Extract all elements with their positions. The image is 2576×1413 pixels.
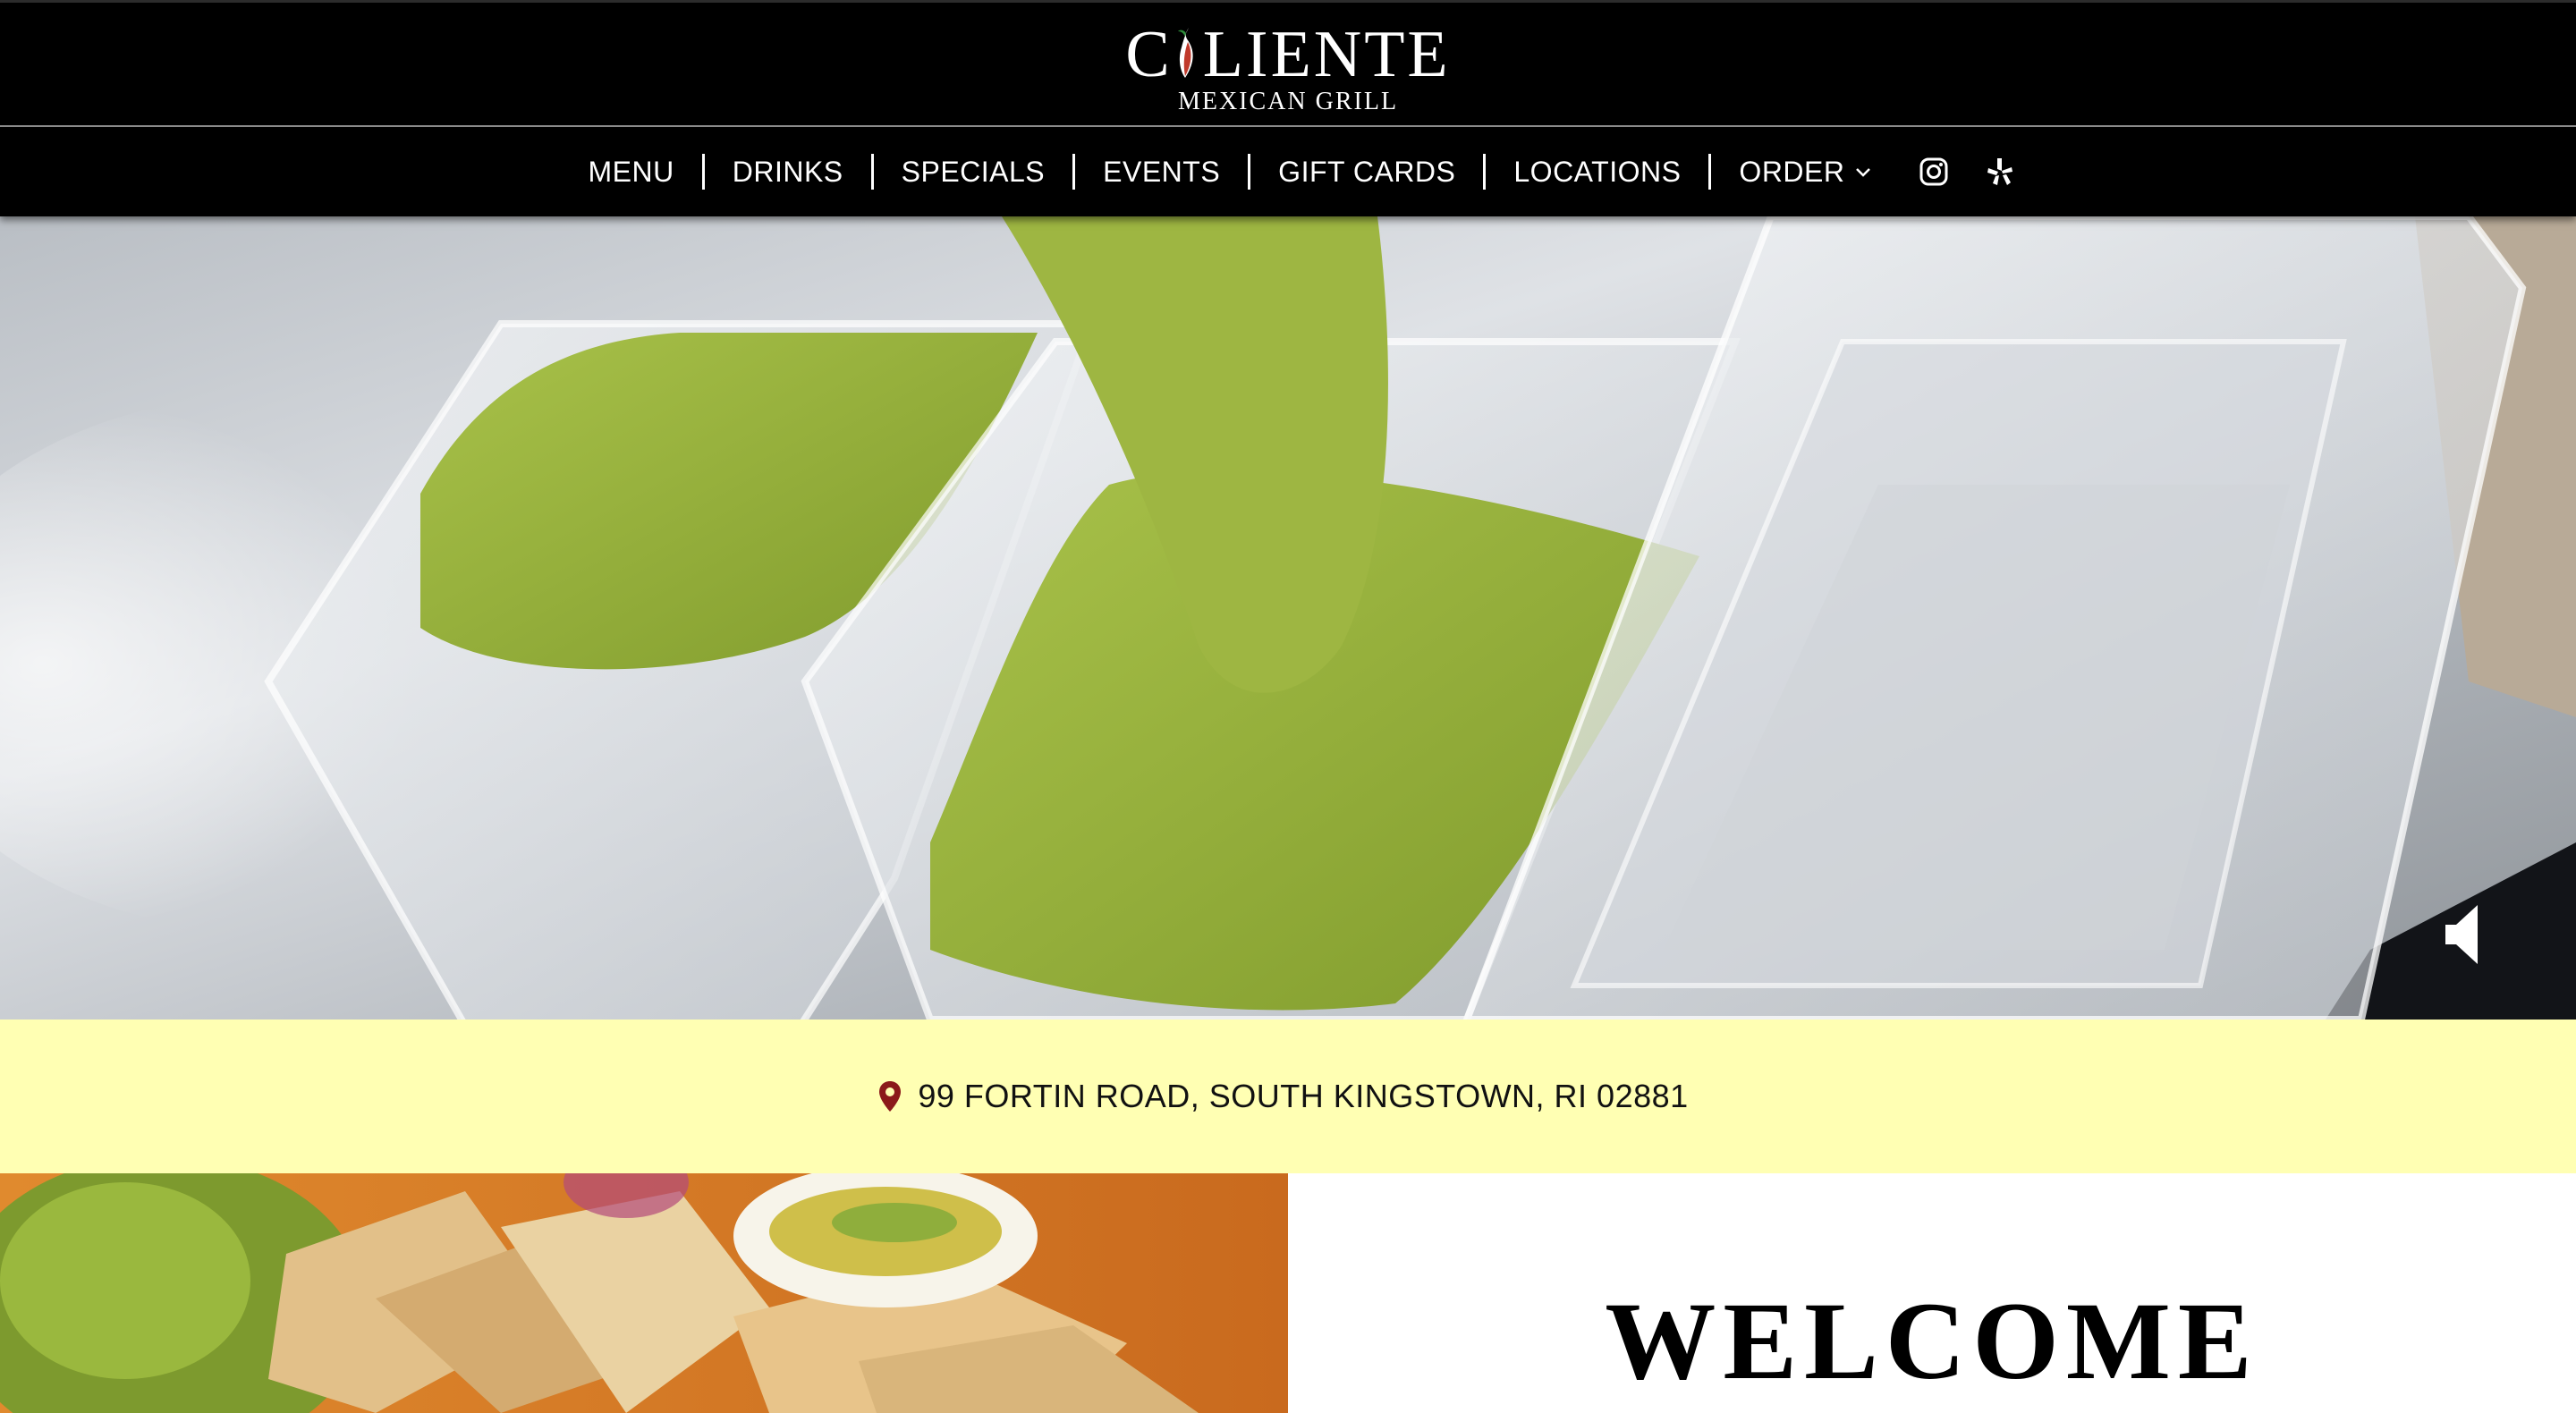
main-nav: MENU DRINKS SPECIALS EVENTS GIFT CARDS L…: [0, 127, 2576, 216]
hero-video[interactable]: [0, 216, 2576, 1020]
chevron-down-icon: [1856, 168, 1871, 177]
logo-wordmark: C LIENTE: [1109, 19, 1467, 90]
logo-tagline: MEXICAN GRILL: [1177, 88, 1399, 115]
nav-order-dropdown[interactable]: ORDER: [1711, 154, 1901, 190]
address-line[interactable]: 99 FORTIN ROAD, SOUTH KINGSTOWN, RI 0288…: [878, 1078, 1697, 1115]
nav-events[interactable]: EVENTS: [1075, 154, 1251, 190]
chips-and-salsa-image: [0, 1173, 1288, 1413]
food-photo: [0, 1173, 1288, 1413]
nav-menu[interactable]: MENU: [561, 154, 705, 190]
instagram-icon[interactable]: [1919, 157, 1949, 187]
yelp-icon[interactable]: [1985, 157, 2015, 187]
nav-gift-cards[interactable]: GIFT CARDS: [1250, 154, 1487, 190]
nav-drinks[interactable]: DRINKS: [705, 154, 874, 190]
site-logo[interactable]: C LIENTE MEXICAN GRILL: [1109, 19, 1467, 115]
chili-pepper-icon: [1177, 28, 1193, 78]
nav-locations[interactable]: LOCATIONS: [1486, 154, 1712, 190]
logo-wordmark-end: LIENTE: [1202, 18, 1451, 91]
welcome-heading: WELCOME: [1605, 1280, 2259, 1402]
speaker-muted-icon[interactable]: [2442, 903, 2485, 966]
welcome-section: WELCOME: [1288, 1173, 2576, 1413]
address-text: 99 FORTIN ROAD, SOUTH KINGSTOWN, RI 0288…: [918, 1078, 1689, 1114]
main-navigation-bar: MENU DRINKS SPECIALS EVENTS GIFT CARDS L…: [0, 125, 2576, 216]
hero-video-frame: [0, 216, 2576, 1020]
nav-specials[interactable]: SPECIALS: [874, 154, 1076, 190]
address-banner: 99 FORTIN ROAD, SOUTH KINGSTOWN, RI 0288…: [0, 1020, 2576, 1173]
logo-wordmark-start: C: [1125, 18, 1173, 91]
nav-order-label: ORDER: [1739, 156, 1845, 188]
logo-bar: C LIENTE MEXICAN GRILL: [0, 0, 2576, 125]
map-pin-icon: [879, 1081, 902, 1112]
